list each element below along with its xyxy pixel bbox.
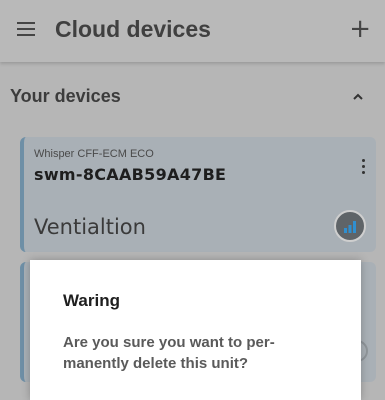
- delete-confirmation-dialog: Waring Are you sure you want to per-mane…: [30, 260, 361, 400]
- app-bar: Cloud devices +: [0, 0, 385, 62]
- chevron-up-icon[interactable]: [351, 90, 365, 104]
- signal-strength-icon[interactable]: [334, 210, 366, 242]
- dialog-title: Waring: [63, 291, 120, 310]
- add-device-plus-icon[interactable]: +: [349, 14, 371, 44]
- device-model: Whisper CFF-ECM ECO: [34, 148, 154, 160]
- your-devices-section-header[interactable]: Your devices: [0, 76, 385, 120]
- dialog-message: Are you sure you want to per-manently de…: [63, 334, 275, 372]
- signal-bars-icon: [344, 221, 356, 233]
- device-card[interactable]: Whisper CFF-ECM ECO swm-8CAAB59A47BE Ven…: [20, 137, 376, 252]
- hamburger-menu-icon[interactable]: [17, 22, 35, 36]
- kebab-menu-icon[interactable]: [360, 159, 366, 175]
- device-id: swm-8CAAB59A47BE: [34, 165, 227, 184]
- page-title: Cloud devices: [55, 16, 211, 42]
- device-mode-label: Ventialtion: [34, 215, 146, 239]
- section-title: Your devices: [10, 86, 121, 106]
